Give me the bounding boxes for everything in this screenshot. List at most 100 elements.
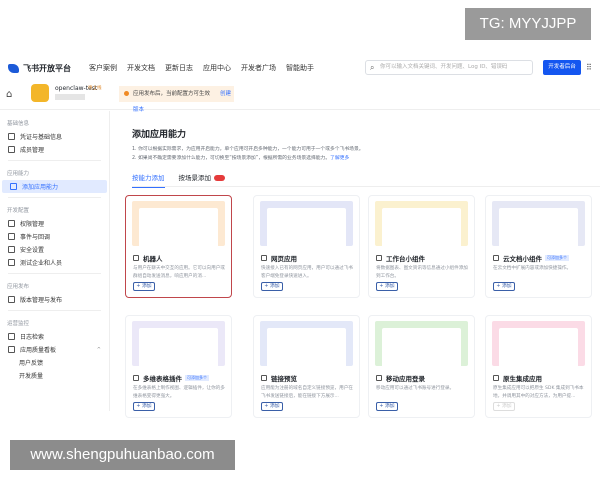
card-title: 机器人 xyxy=(133,253,163,263)
nav-item[interactable]: 客户案例 xyxy=(89,63,117,73)
card-description: 在云文档中扩展内容或添加快捷操作。 xyxy=(493,266,572,271)
card-title: 网页应用 xyxy=(261,253,297,263)
card-description: 在多维表格上制作视图、逻辑插件，让你的多维表格变得更强大。 xyxy=(133,386,225,399)
sidebar-group-label: 基础信息 xyxy=(7,121,30,127)
sidebar-item-events[interactable]: 事件与回调 xyxy=(0,230,109,243)
apps-grid-icon[interactable]: ⠿ xyxy=(586,63,592,72)
sidebar-item-logs[interactable]: 日志检索 xyxy=(0,330,109,343)
card-name: 工作台小组件 xyxy=(386,255,425,263)
desc-line: 1. 你可以根据实际需求，为应用开启能力。单个应用可开启多种能力，一个能力可用于… xyxy=(132,147,364,152)
sidebar-item-members[interactable]: 成员管理 xyxy=(0,143,109,156)
sidebar-item-security[interactable]: 安全设置 xyxy=(0,243,109,256)
home-icon[interactable]: ⌂ xyxy=(6,89,12,100)
sidebar-item-label: 凭证与基础信息 xyxy=(20,134,63,141)
preview-inner xyxy=(267,328,346,366)
capability-icon xyxy=(133,255,139,261)
log-icon xyxy=(8,333,15,340)
card-name: 原生集成应用 xyxy=(503,375,542,383)
top-nav: 客户案例 开发文档 更新日志 应用中心 开发者广场 智能助手 xyxy=(89,63,314,73)
desc-line: 2. 如果尚不确定需要添加什么能力，可切换至“按场景添加”，根据所需的业务场景选… xyxy=(132,156,331,161)
add-button[interactable]: + 添加 xyxy=(376,402,398,411)
add-button[interactable]: + 添加 xyxy=(493,402,515,411)
capability-card[interactable]: 原生集成应用 原生集成应用可以把原生 SDK 集成到飞书本地，并调用其中的对应方… xyxy=(485,315,592,418)
capability-card[interactable]: 多维表格插件 可添加多个 在多维表格上制作视图、逻辑插件，让你的多维表格变得更强大… xyxy=(125,315,232,418)
capability-card[interactable]: 工作台小组件 将数据图表、图文资讯等信息通过小组件添加到工作台。 + 添加 xyxy=(368,195,475,298)
add-button[interactable]: + 添加 xyxy=(133,282,155,291)
card-description: 快速接入已有的网页应用，用户可以通过飞书客户端免登录快速进入。 xyxy=(261,266,353,279)
capability-card[interactable]: 网页应用 快速接入已有的网页应用，用户可以通过飞书客户端免登录快速进入。 + 添… xyxy=(253,195,360,298)
nav-item[interactable]: 开发文档 xyxy=(127,63,155,73)
card-description: 将数据图表、图文资讯等信息通过小组件添加到工作台。 xyxy=(376,266,468,279)
capability-icon xyxy=(261,375,267,381)
shield-icon xyxy=(8,246,15,253)
sidebar-item-label: 事件与回调 xyxy=(20,234,51,241)
sidebar-item-label: 安全设置 xyxy=(20,247,45,254)
preview-inner xyxy=(499,208,578,246)
page-title: 添加应用能力 xyxy=(132,130,187,140)
card-title: 工作台小组件 xyxy=(376,253,425,263)
credential-icon xyxy=(8,133,15,140)
learn-more-link[interactable]: 了解更多 xyxy=(330,156,349,161)
sidebar-item-label: 权限管理 xyxy=(20,221,45,228)
sidebar-item-feedback[interactable]: 用户反馈 xyxy=(0,356,109,369)
card-preview-image xyxy=(260,321,353,366)
sidebar-item-quality[interactable]: 应用质量看板 ^ xyxy=(0,343,109,356)
sidebar-item-permissions[interactable]: 权限管理 xyxy=(0,217,109,230)
sidebar: 基础信息 凭证与基础信息 成员管理 应用能力 添加应用能力 开发配置 权限管理 … xyxy=(0,111,110,411)
top-header: 飞书开放平台 客户案例 开发文档 更新日志 应用中心 开发者广场 智能助手 你可… xyxy=(0,56,600,80)
sidebar-item-test-enterprise[interactable]: 测试企业和人员 xyxy=(0,256,109,269)
event-icon xyxy=(8,233,15,240)
dev-console-button[interactable]: 开发者后台 xyxy=(543,60,581,75)
card-preview-image xyxy=(260,201,353,246)
capability-card[interactable]: 链接预览 应用能为注册的域名自定义链接预览，用户在飞书发送链接后，能在链接下方展… xyxy=(253,315,360,418)
add-button[interactable]: + 添加 xyxy=(493,282,515,291)
capability-card[interactable]: 云文档小组件 可添加多个 在云文档中扩展内容或添加快捷操作。 + 添加 xyxy=(485,195,592,298)
watermark-bottom: www.shengpuhuanbao.com xyxy=(10,440,235,470)
grid-icon xyxy=(10,183,17,190)
capability-icon xyxy=(493,255,499,261)
card-description: 与用户在聊天中交互的应用。它可以向用户或群组自动发送消息，响应用户的消... xyxy=(133,266,225,279)
sidebar-item-dev-quality[interactable]: 开发质量 xyxy=(0,369,109,382)
nav-item[interactable]: 开发者广场 xyxy=(241,63,276,73)
tab-label: 按场景添加 xyxy=(178,174,212,182)
card-title: 云文档小组件 可添加多个 xyxy=(493,253,569,263)
sidebar-item-label: 成员管理 xyxy=(20,147,45,154)
feishu-logo-icon xyxy=(8,63,19,73)
capability-card[interactable]: 移动应用登录 移动应用可以通过飞书账号进行登录。 + 添加 xyxy=(368,315,475,418)
capability-card[interactable]: 机器人 与用户在聊天中交互的应用。它可以向用户或群组自动发送消息，响应用户的消.… xyxy=(125,195,232,298)
watermark-top: TG: MYYJJPP xyxy=(465,8,591,40)
card-name: 网页应用 xyxy=(271,255,297,263)
app-bar: ⌂ openclaw-test 待上线 应用发布后，当前配置方可生效 创建版本 xyxy=(0,82,600,113)
card-title: 移动应用登录 xyxy=(376,373,425,383)
add-button[interactable]: + 添加 xyxy=(261,402,283,411)
add-button[interactable]: + 添加 xyxy=(261,282,283,291)
add-button[interactable]: + 添加 xyxy=(133,402,155,411)
sidebar-group-label: 运营监控 xyxy=(7,321,30,327)
search-input[interactable]: 你可以输入文档关键词、开发问题、Log ID、错误码 xyxy=(365,60,533,75)
sidebar-item-label: 添加应用能力 xyxy=(22,184,59,191)
card-title: 原生集成应用 xyxy=(493,373,542,383)
sidebar-item-credentials[interactable]: 凭证与基础信息 xyxy=(0,130,109,143)
card-preview-image xyxy=(375,201,468,246)
app-status-badge: 待上线 xyxy=(88,86,102,91)
add-button[interactable]: + 添加 xyxy=(376,282,398,291)
sidebar-item-versions[interactable]: 版本管理与发布 xyxy=(0,293,109,306)
notice-text: 应用发布后，当前配置方可生效 xyxy=(133,91,211,97)
card-name: 移动应用登录 xyxy=(386,375,425,383)
nav-item[interactable]: 更新日志 xyxy=(165,63,193,73)
sidebar-group-label: 开发配置 xyxy=(7,208,30,214)
sidebar-item-label: 测试企业和人员 xyxy=(20,260,63,267)
nav-item[interactable]: 应用中心 xyxy=(203,63,231,73)
sidebar-group-label: 应用发布 xyxy=(7,284,30,290)
divider xyxy=(132,186,600,187)
version-icon xyxy=(8,296,15,303)
sidebar-item-label: 应用质量看板 xyxy=(20,347,57,354)
sidebar-item-add-capability[interactable]: 添加应用能力 xyxy=(2,180,107,193)
publish-notice: 应用发布后，当前配置方可生效 创建版本 xyxy=(119,86,234,113)
card-title: 链接预览 xyxy=(261,373,297,383)
logo[interactable]: 飞书开放平台 xyxy=(8,63,71,74)
nav-item[interactable]: 智能助手 xyxy=(286,63,314,73)
preview-inner xyxy=(499,328,578,366)
card-name: 多维表格插件 xyxy=(143,375,182,383)
multi-badge: 可添加多个 xyxy=(185,375,209,381)
